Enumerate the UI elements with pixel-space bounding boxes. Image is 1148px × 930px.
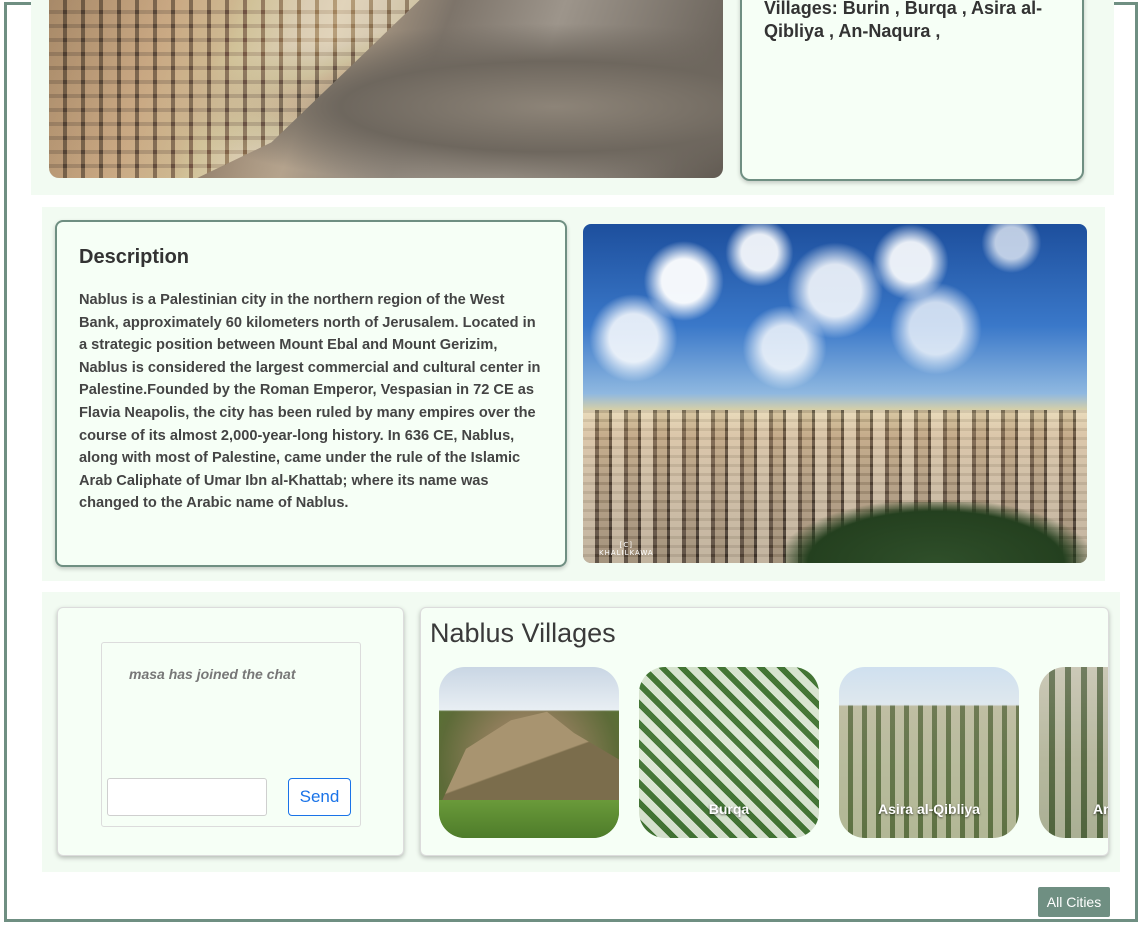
description-card: Description Nablus is a Palestinian city… [55, 220, 567, 567]
clouds-texture [583, 224, 1087, 414]
village-card-burqa[interactable]: Burqa [639, 667, 819, 838]
village-label: Asira al-Qibliya [878, 801, 980, 817]
description-heading: Description [79, 246, 190, 268]
all-cities-button[interactable]: All Cities [1038, 887, 1110, 917]
city-sky-image: [C] KHALILKAWA [583, 224, 1087, 563]
village-label: An-Naqura [1093, 801, 1108, 817]
watermark-text: KHALILKAWA [599, 549, 654, 557]
send-button[interactable]: Send [288, 778, 351, 816]
watermark-logo-icon: [C] [619, 541, 634, 549]
description-text: Nablus is a Palestinian city in the nort… [79, 292, 541, 512]
city-buildings-texture [49, 0, 420, 178]
city-info-card: Villages: Burin , Burqa , Asira al- Qibl… [740, 0, 1084, 181]
village-card-asira-al-qibliya[interactable]: Asira al-Qibliya [839, 667, 1019, 838]
villages-card: Nablus Villages Burin Burqa Asira al-Qib… [420, 607, 1109, 856]
trees-texture [784, 501, 1087, 563]
village-card-an-naqura[interactable]: An-Naqura [1039, 667, 1108, 838]
chat-message-input[interactable] [107, 778, 267, 816]
village-label: Burin [510, 801, 548, 817]
city-panorama-image [49, 0, 723, 178]
chat-join-message: masa has joined the chat [129, 666, 296, 682]
villages-title: Nablus Villages [430, 618, 616, 648]
village-label: Burqa [708, 801, 750, 817]
photo-watermark: [C] KHALILKAWA [599, 541, 654, 557]
village-card-burin[interactable]: Burin [439, 667, 619, 838]
